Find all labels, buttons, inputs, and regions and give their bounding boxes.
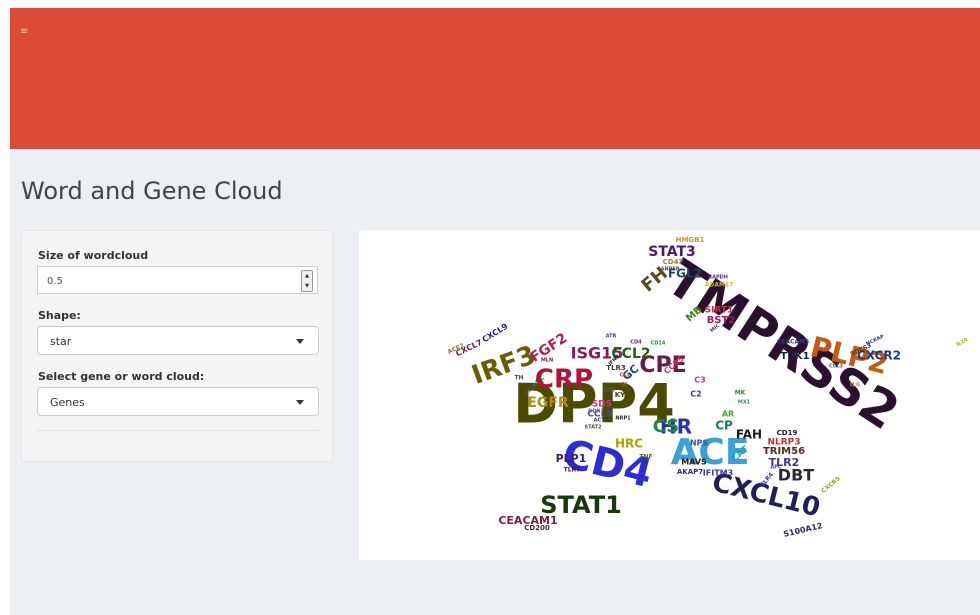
cloud-word-stat2: STAT2 (585, 425, 603, 431)
cloud-word-cd4: CD4 (630, 340, 642, 346)
cloud-word-cd14: CD14 (651, 341, 666, 347)
cloud-word-cp: CP (715, 419, 733, 433)
step-up-icon[interactable]: ▲ (302, 271, 312, 281)
cloud-word-gapdh: GAPDH (708, 275, 728, 281)
cloud-word-c3: C3 (694, 376, 705, 385)
header-bar: ≡ (10, 8, 980, 149)
cloud-word-il6: IL6 (850, 382, 860, 389)
cloud-word-actb: ACTB (594, 418, 609, 424)
cloud-word-s100a12: S100A12 (783, 521, 824, 539)
cloud-word-ifitm3: IFITM3 (703, 469, 733, 478)
cloud-word-bst2: BST2 (707, 315, 736, 326)
shape-select[interactable]: star (37, 326, 319, 355)
size-value: 0.5 (47, 276, 63, 287)
cloud-word-adam17: ADAM17 (705, 282, 734, 289)
cloud-word-cd47: CD47 (663, 258, 684, 266)
cloud-word-ddx1: DDX1 (588, 409, 604, 415)
cloud-word-tbk1: TBK1 (780, 351, 809, 362)
cloud-word-nps: NPS (690, 439, 709, 448)
content-area: Word and Gene Cloud Size of wordcloud 0.… (10, 149, 980, 615)
cloud-word-anpep: ANPEP (661, 267, 680, 273)
cloud-word-akap7: AKAP7 (677, 468, 703, 476)
cloud-word-apc: APC (770, 465, 782, 471)
cloud-word-hmgb1: HMGB1 (676, 236, 705, 244)
cloud-type-selected-value: Genes (50, 396, 85, 409)
hamburger-icon[interactable]: ≡ (20, 26, 28, 37)
cloud-word-atr: ATR (606, 334, 617, 340)
step-down-icon[interactable]: ▼ (302, 281, 312, 291)
cloud-word-mavs: MAVS (681, 458, 707, 467)
wordcloud-canvas: DPP4TMPRSS2CD4 ACECXCL10PLP2CRPIRF3STAT1C… (447, 236, 970, 539)
cloud-word-tnf: TNF (639, 454, 652, 461)
cloud-word-cd8: CD8 (603, 388, 615, 394)
cloud-word-cd200: CD200 (524, 524, 550, 532)
cloud-word-mx1: MX1 (738, 400, 751, 406)
cloud-word-ky: KY (615, 391, 626, 399)
cloud-word-plp1: PLP1 (556, 452, 587, 465)
size-label: Size of wordcloud (38, 249, 149, 262)
cloud-word-hrc: HRC (615, 437, 643, 451)
cloud-word-mk: MK (735, 390, 746, 397)
cloud-word-mln: MLN (541, 358, 553, 364)
wordcloud-panel: DPP4 TMPRSS2 CD4 ACE CXCL10 PLP2 CRP IRF3 STAT1 C… (359, 230, 980, 560)
cloud-word-nlrp3: NLRP3 (767, 438, 800, 448)
cloud-type-select[interactable]: Genes (37, 387, 319, 416)
cloud-word-ar: AR (722, 410, 734, 419)
cloud-word-th: TH (514, 375, 523, 382)
size-input[interactable]: 0.5 ▲ ▼ (37, 266, 318, 294)
cloud-word-fah: FAH (736, 428, 762, 442)
chevron-down-icon (296, 400, 304, 405)
cloud-word-nrp1: NRP1 (615, 416, 631, 422)
cloud-word-trim56: TRIM56 (763, 446, 805, 457)
cloud-word-il10: IL10 (956, 337, 970, 348)
divider (37, 430, 319, 431)
cloud-word-egfr: EGFR (527, 395, 569, 411)
shape-selected-value: star (50, 335, 72, 348)
cloud-type-label: Select gene or word cloud: (38, 370, 205, 383)
cloud-word-ceacam5: CEACAM5 (777, 339, 809, 346)
cloud-word-cxcr5: CXCR5 (820, 475, 841, 495)
chevron-down-icon (296, 339, 304, 344)
cloud-word-ccl3: CCL3 (829, 364, 844, 370)
page-title: Word and Gene Cloud (21, 177, 283, 205)
cloud-word-sirt1: SIRT1 (705, 306, 734, 316)
cloud-word-cs: CS (653, 416, 680, 437)
cloud-word-c2: C2 (690, 390, 701, 399)
size-stepper[interactable]: ▲ ▼ (301, 270, 313, 292)
cloud-word-ccl: CCL (620, 373, 631, 379)
cloud-word-cxcl9: CXCL9 (481, 321, 510, 344)
cloud-word-si: SI (621, 382, 628, 389)
cloud-word-tlr7: TLR7 (564, 467, 581, 474)
shape-label: Shape: (38, 309, 81, 322)
sidebar-panel: Size of wordcloud 0.5 ▲ ▼ Shape: star Se… (21, 230, 333, 462)
cloud-word-cd19: CD19 (777, 429, 798, 437)
